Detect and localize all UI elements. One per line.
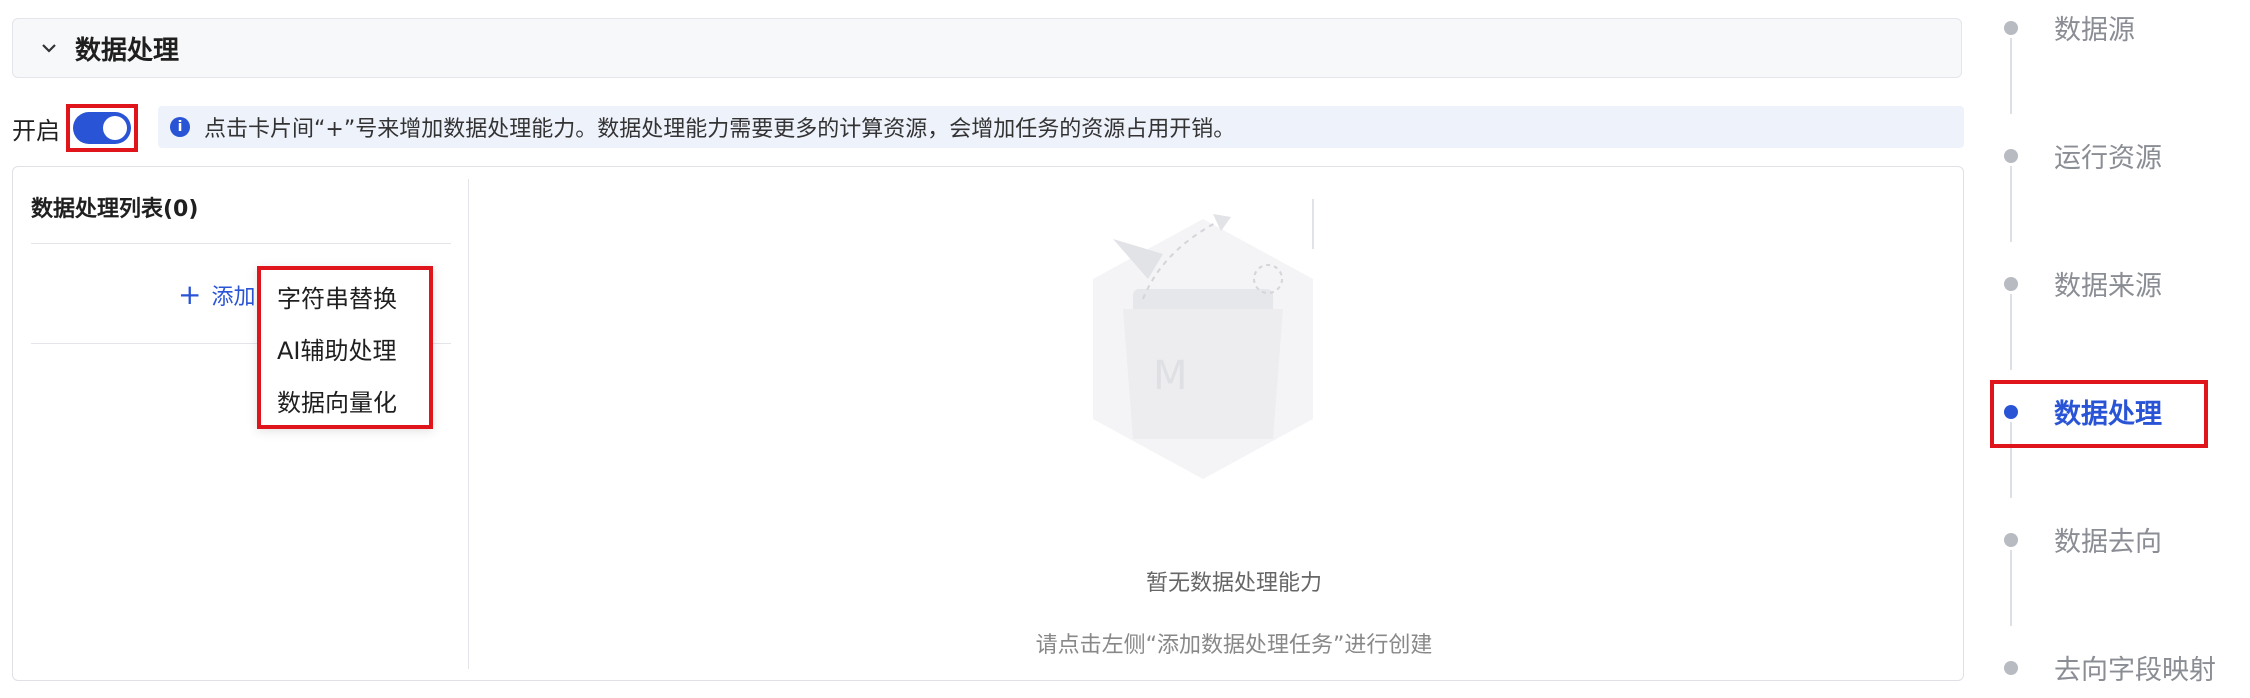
step-label: 运行资源 [2054, 143, 2162, 174]
empty-hint: 请点击左侧“添加数据处理任务”进行创建 [1035, 633, 1433, 658]
step-data-origin[interactable]: 数据来源 [1990, 264, 2162, 303]
empty-state-illustration-icon: M [1053, 179, 1353, 523]
divider [31, 243, 451, 244]
step-dot [2004, 532, 2018, 547]
info-bar: i 点击卡片间“+”号来增加数据处理能力。数据处理能力需要更多的计算资源，会增加… [158, 106, 1964, 148]
active-step-highlight [1990, 380, 2208, 448]
enable-toggle[interactable] [73, 112, 131, 144]
step-label: 数据去向 [2054, 527, 2162, 558]
step-navigation: 数据源 运行资源 数据来源 数据处理 数据去向 去向字段映射 [1990, 0, 2250, 698]
step-connector [2010, 294, 2012, 370]
add-label: 添加 [211, 285, 256, 310]
step-field-mapping[interactable]: 去向字段映射 [1990, 648, 2216, 687]
add-processing-dropdown: 字符串替换 AI辅助处理 数据向量化 [257, 266, 433, 429]
step-dot [2004, 660, 2018, 675]
step-label: 数据源 [2054, 15, 2135, 46]
step-connector [2010, 166, 2012, 242]
enable-label: 开启 [12, 116, 60, 145]
info-icon: i [170, 117, 190, 137]
add-button[interactable]: + 添加 [178, 279, 255, 311]
empty-title: 暂无数据处理能力 [1145, 571, 1322, 596]
section-title: 数据处理 [75, 35, 180, 66]
chevron-down-icon[interactable] [35, 34, 63, 62]
step-connector [2010, 550, 2012, 626]
plus-icon: + [178, 278, 202, 311]
toggle-knob [103, 116, 127, 140]
step-dot [2004, 20, 2018, 35]
step-data-source[interactable]: 数据源 [1990, 8, 2135, 47]
section-header[interactable]: 数据处理 [12, 18, 1962, 78]
step-label: 数据来源 [2054, 271, 2162, 302]
svg-text:M: M [1153, 353, 1188, 399]
menu-item-ai-assist[interactable]: AI辅助处理 [261, 322, 429, 374]
step-connector [2010, 38, 2012, 114]
menu-item-string-replace[interactable]: 字符串替换 [261, 270, 429, 322]
step-data-destination[interactable]: 数据去向 [1990, 520, 2162, 559]
step-dot [2004, 276, 2018, 291]
enable-row: 开启 [12, 104, 138, 152]
menu-item-vectorize[interactable]: 数据向量化 [261, 374, 429, 426]
step-label: 去向字段映射 [2054, 655, 2216, 686]
info-text: 点击卡片间“+”号来增加数据处理能力。数据处理能力需要更多的计算资源，会增加任务… [204, 117, 1236, 142]
list-title: 数据处理列表(0) [31, 197, 199, 222]
step-run-resources[interactable]: 运行资源 [1990, 136, 2162, 175]
step-dot [2004, 148, 2018, 163]
toggle-highlight [66, 104, 138, 152]
